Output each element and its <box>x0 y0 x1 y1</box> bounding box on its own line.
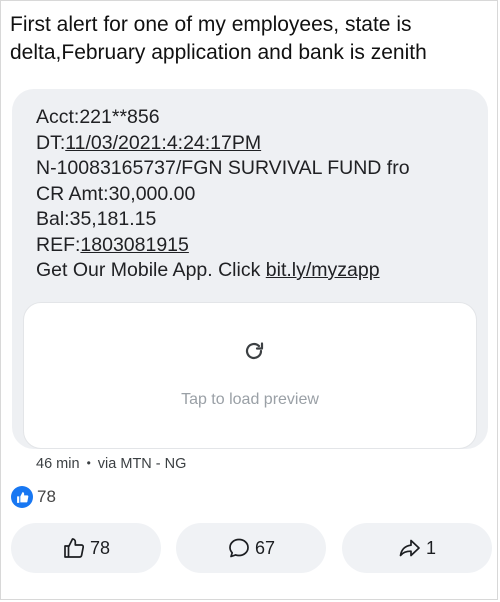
post-text: First alert for one of my employees, sta… <box>10 11 495 67</box>
sms-date-link[interactable]: 11/03/2021:4:24:17PM <box>65 132 261 154</box>
sms-screenshot-card: Acct:221**856 DT:11/03/2021:4:24:17PM N-… <box>12 89 488 449</box>
sms-app-prefix: Get Our Mobile App. Click <box>36 259 266 281</box>
like-button[interactable]: 78 <box>11 523 161 573</box>
reaction-count: 78 <box>37 487 56 506</box>
sms-date-prefix: DT: <box>36 131 66 154</box>
sms-credit-amount: CR Amt:30,000.00 <box>36 182 196 205</box>
link-preview[interactable]: Tap to load preview <box>23 302 477 449</box>
sms-ref-link[interactable]: 1803081915 <box>80 234 188 256</box>
sms-message: Acct:221**856 DT:11/03/2021:4:24:17PM N-… <box>36 105 410 284</box>
comment-count: 67 <box>254 537 276 558</box>
sms-account: Acct:221**856 <box>36 106 160 128</box>
sms-app-promo: Get Our Mobile App. Click bit.ly/myzapp <box>36 258 410 284</box>
sms-reference: REF:1803081915 <box>36 233 410 259</box>
sms-app-link[interactable]: bit.ly/myzapp <box>266 259 380 281</box>
sms-carrier: via MTN - NG <box>97 456 187 472</box>
sms-balance: Bal:35,181.15 <box>36 208 157 230</box>
preview-label[interactable]: Tap to load preview <box>24 391 476 409</box>
post-frame: First alert for one of my employees, sta… <box>0 0 498 600</box>
share-icon <box>399 539 420 557</box>
sms-date: DT:11/03/2021:4:24:17PM <box>36 131 410 157</box>
share-button[interactable]: 1 <box>342 523 492 573</box>
like-count: 78 <box>89 537 111 558</box>
comment-button[interactable]: 67 <box>176 523 326 573</box>
sms-ref-prefix: REF: <box>36 233 81 256</box>
sms-meta: 46 min • via MTN - NG <box>36 456 186 472</box>
thumbs-up-icon <box>64 538 85 558</box>
meta-separator: • <box>86 456 91 470</box>
sms-narration: N-10083165737/FGN SURVIVAL FUND fro <box>36 157 410 179</box>
like-badge-icon <box>11 486 33 508</box>
reload-icon[interactable] <box>242 339 266 363</box>
sms-time: 46 min <box>36 456 80 472</box>
share-count: 1 <box>425 537 436 558</box>
comment-icon <box>229 538 249 558</box>
post-text-line: delta,February application and bank is z… <box>10 41 427 64</box>
reaction-summary[interactable]: 78 <box>11 485 56 509</box>
post-text-line: First alert for one of my employees, sta… <box>10 13 412 36</box>
